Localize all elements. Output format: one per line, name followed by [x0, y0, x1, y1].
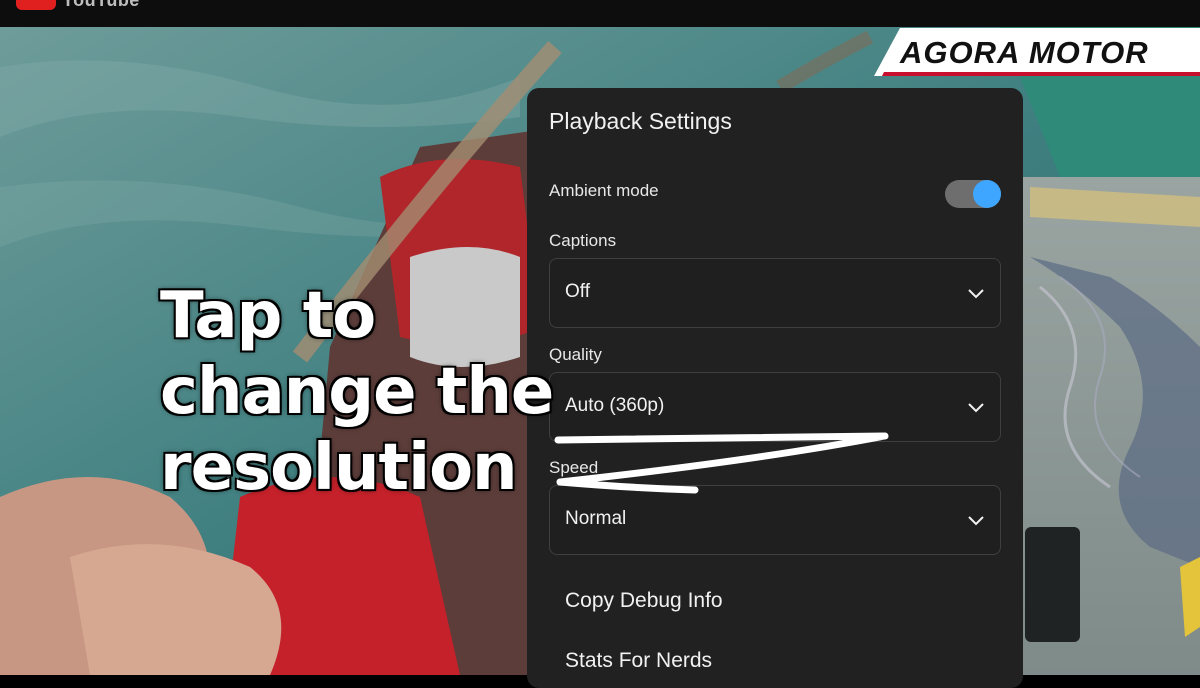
tutorial-caption: Tap to change the resolution: [160, 278, 560, 506]
caption-line-3: resolution: [160, 431, 518, 505]
toggle-knob: [973, 180, 1001, 208]
scribble-arrow: [554, 432, 889, 494]
chevron-down-icon: [968, 289, 984, 299]
captions-select[interactable]: Off: [549, 258, 1001, 328]
caption-line-2: change the: [160, 355, 554, 429]
captions-label: Captions: [549, 231, 617, 250]
ambient-mode-label: Ambient mode: [549, 181, 659, 200]
chevron-down-icon: [968, 403, 984, 413]
top-bar: YouTube: [0, 0, 1200, 27]
copy-debug-info-item[interactable]: Copy Debug Info: [565, 589, 723, 613]
brand-badge: AGORA MOTOR: [874, 28, 1200, 76]
ambient-mode-toggle[interactable]: [945, 180, 1001, 208]
brand-name: AGORA MOTOR: [900, 35, 1149, 70]
stats-for-nerds-item[interactable]: Stats For Nerds: [565, 649, 712, 673]
chevron-down-icon: [968, 516, 984, 526]
youtube-logo-icon[interactable]: [16, 0, 56, 10]
playback-settings-panel: Playback Settings Ambient mode Captions …: [527, 88, 1023, 688]
speed-value: Normal: [565, 508, 627, 529]
app-name: YouTube: [62, 0, 140, 10]
quality-value: Auto (360p): [565, 395, 665, 416]
captions-value: Off: [565, 281, 590, 302]
caption-line-1: Tap to: [160, 279, 376, 353]
panel-title: Playback Settings: [549, 108, 732, 134]
